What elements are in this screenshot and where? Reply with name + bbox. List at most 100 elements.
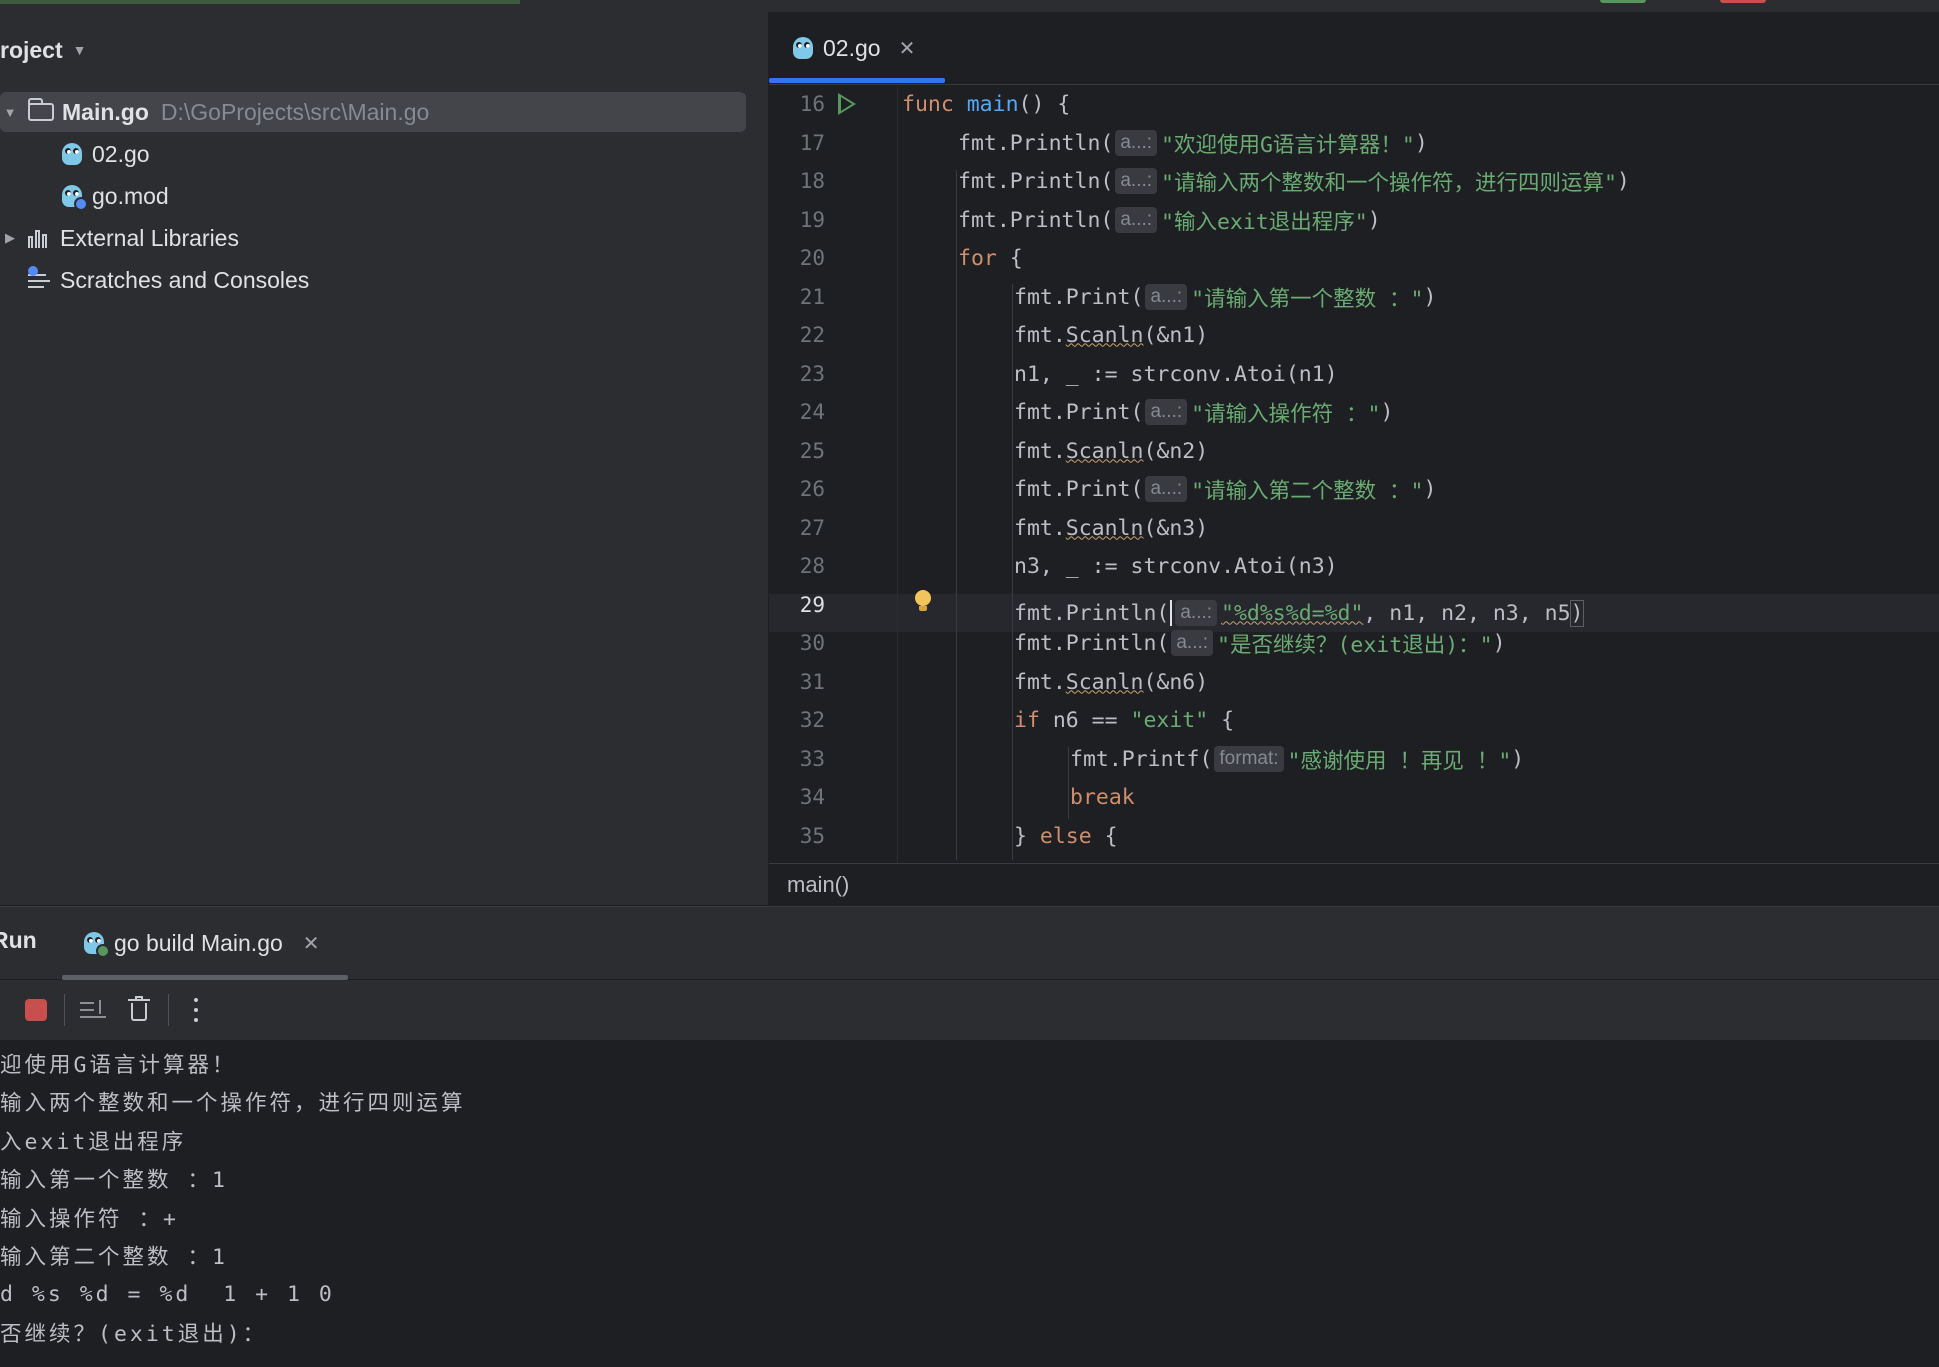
code-line[interactable]: fmt. Scanln (&n3): [1014, 510, 1208, 546]
code-call: fmt.Printf(: [1070, 746, 1213, 772]
code-line[interactable]: fmt.Println(a...: "欢迎使用G语言计算器！"): [958, 125, 1428, 161]
code-line[interactable]: fmt. Scanln (&n2): [1014, 433, 1208, 469]
line-number: 18: [799, 169, 825, 193]
code-text: ): [1367, 207, 1381, 233]
breadcrumb-item[interactable]: main(): [787, 872, 849, 898]
code-call: fmt.Println(: [958, 207, 1114, 233]
code-call: fmt.Println(: [958, 168, 1114, 194]
code-text: fmt.: [1014, 669, 1066, 695]
param-hint: a...:: [1145, 399, 1188, 425]
top-strip-accent: [0, 0, 520, 4]
code-warning: Scanln: [1065, 515, 1144, 541]
code-line[interactable]: fmt. Scanln (&n6): [1014, 664, 1208, 700]
indent-guide: [956, 170, 957, 860]
console-line: 入exit退出程序: [0, 1129, 187, 1155]
code-keyword: break: [1070, 784, 1135, 810]
code-text: , _ := strconv.Atoi(n1): [1039, 361, 1338, 387]
library-icon: [28, 228, 52, 248]
line-number: 21: [799, 285, 825, 309]
console-line: 输入操作符 ：+: [0, 1206, 179, 1232]
run-widget-accent[interactable]: [1600, 0, 1646, 3]
code-line[interactable]: } else {: [1014, 818, 1118, 854]
code-text: fmt.: [1014, 322, 1066, 348]
run-gutter-icon[interactable]: [838, 93, 856, 115]
code-keyword: for: [958, 245, 997, 271]
param-hint: a...:: [1115, 207, 1158, 233]
tree-item-main-go[interactable]: ▼ Main.go D:\GoProjects\src\Main.go: [0, 92, 746, 132]
line-number: 23: [799, 362, 825, 386]
code-text: ): [1569, 599, 1585, 627]
scratches-icon: [28, 266, 52, 290]
code-text: (&n2): [1143, 438, 1209, 464]
more-options-icon[interactable]: [193, 996, 199, 1024]
param-hint: a...:: [1175, 600, 1218, 626]
code-variable: n1: [1014, 361, 1040, 387]
line-number: 30: [799, 631, 825, 655]
code-call: fmt.Println(: [958, 130, 1114, 156]
tree-item-external-libraries[interactable]: ▶ External Libraries: [0, 218, 239, 258]
param-hint: format:: [1214, 746, 1284, 772]
code-line[interactable]: n3, _ := strconv.Atoi(n3): [1014, 548, 1338, 584]
stop-button[interactable]: [25, 999, 47, 1021]
toolbar-separator: [64, 994, 65, 1026]
code-line[interactable]: fmt. Scanln (&n1): [1014, 317, 1208, 353]
code-line[interactable]: n1, _ := strconv.Atoi(n1): [1014, 356, 1338, 392]
run-panel-title: Run: [0, 927, 37, 953]
project-panel-header[interactable]: roject ▼: [0, 32, 87, 68]
go-file-icon: [62, 143, 82, 165]
chevron-down-icon[interactable]: ▼: [0, 105, 20, 120]
chevron-right-icon[interactable]: ▶: [0, 230, 20, 246]
code-line[interactable]: fmt.Println(a...: "请输入两个整数和一个操作符，进行四则运算"): [958, 163, 1630, 199]
line-number-active: 29: [799, 593, 825, 617]
code-line[interactable]: break: [1070, 779, 1135, 815]
code-line[interactable]: fmt.Print(a...: "请输入操作符 ："): [1014, 394, 1393, 430]
code-string: "感谢使用 ！再见 ！": [1287, 748, 1512, 774]
code-line[interactable]: fmt.Println(a...: "是否继续？(exit退出)："): [1014, 625, 1506, 661]
param-hint: a...:: [1171, 630, 1214, 656]
code-variable: n3: [1014, 553, 1040, 579]
editor-breadcrumb[interactable]: main(): [769, 863, 1939, 905]
line-number: 22: [799, 323, 825, 347]
tree-item-scratches[interactable]: Scratches and Consoles: [28, 260, 309, 300]
lightbulb-icon[interactable]: [915, 590, 931, 611]
tab-02-go[interactable]: 02.go ✕: [793, 30, 915, 66]
editor-panel: 02.go ✕ 16 17 18 19 20 21 22 23 24 25 26…: [769, 12, 1939, 905]
chevron-down-icon[interactable]: ▼: [73, 42, 87, 58]
code-text: (&n6): [1143, 669, 1209, 695]
tree-item-go-mod[interactable]: go.mod: [62, 176, 169, 216]
line-number: 27: [799, 516, 825, 540]
tree-item-02-go[interactable]: 02.go: [62, 134, 150, 174]
code-args: , n1, n2, n3, n5: [1363, 600, 1571, 626]
tab-go-build-main[interactable]: go build Main.go ✕: [84, 925, 320, 961]
code-line[interactable]: fmt.Printf(format: "感谢使用 ！再见 ！"): [1070, 741, 1524, 777]
tree-item-label: 02.go: [92, 140, 150, 167]
indent-guide: [1068, 747, 1069, 819]
code-line[interactable]: fmt.Print(a...: "请输入第一个整数 ："): [1014, 279, 1436, 315]
line-number: 24: [799, 400, 825, 424]
scroll-to-end-icon[interactable]: [80, 998, 106, 1022]
code-line[interactable]: func main() {: [902, 86, 1070, 122]
code-keyword: func: [902, 91, 967, 117]
console-output[interactable]: 迎使用G语言计算器！ 输入两个整数和一个操作符，进行四则运算 入exit退出程序…: [0, 1045, 1939, 1367]
code-function: main: [966, 91, 1019, 117]
close-icon[interactable]: ✕: [303, 931, 320, 956]
line-number: 16: [799, 92, 825, 116]
stop-widget-accent[interactable]: [1720, 0, 1766, 3]
line-number: 28: [799, 554, 825, 578]
code-line[interactable]: fmt.Println(a...: "输入exit退出程序"): [958, 202, 1381, 238]
code-line[interactable]: fmt.Print(a...: "请输入第二个整数 ："): [1014, 471, 1436, 507]
code-text: ): [1492, 630, 1506, 656]
trash-icon[interactable]: [128, 996, 150, 1022]
code-warning: Scanln: [1065, 322, 1144, 348]
code-string: "%d%s%d=%d": [1221, 600, 1364, 626]
code-keyword: if: [1014, 707, 1040, 733]
code-line[interactable]: for {: [958, 240, 1023, 276]
close-icon[interactable]: ✕: [899, 36, 916, 61]
param-hint: a...:: [1145, 476, 1188, 502]
code-line[interactable]: if n6 == "exit" {: [1014, 702, 1234, 738]
code-text: ): [1423, 284, 1437, 310]
line-number: 35: [799, 824, 825, 848]
code-warning: Scanln: [1065, 669, 1144, 695]
code-text: {: [996, 245, 1023, 271]
editor-tab-bar: 02.go ✕: [769, 12, 1939, 85]
